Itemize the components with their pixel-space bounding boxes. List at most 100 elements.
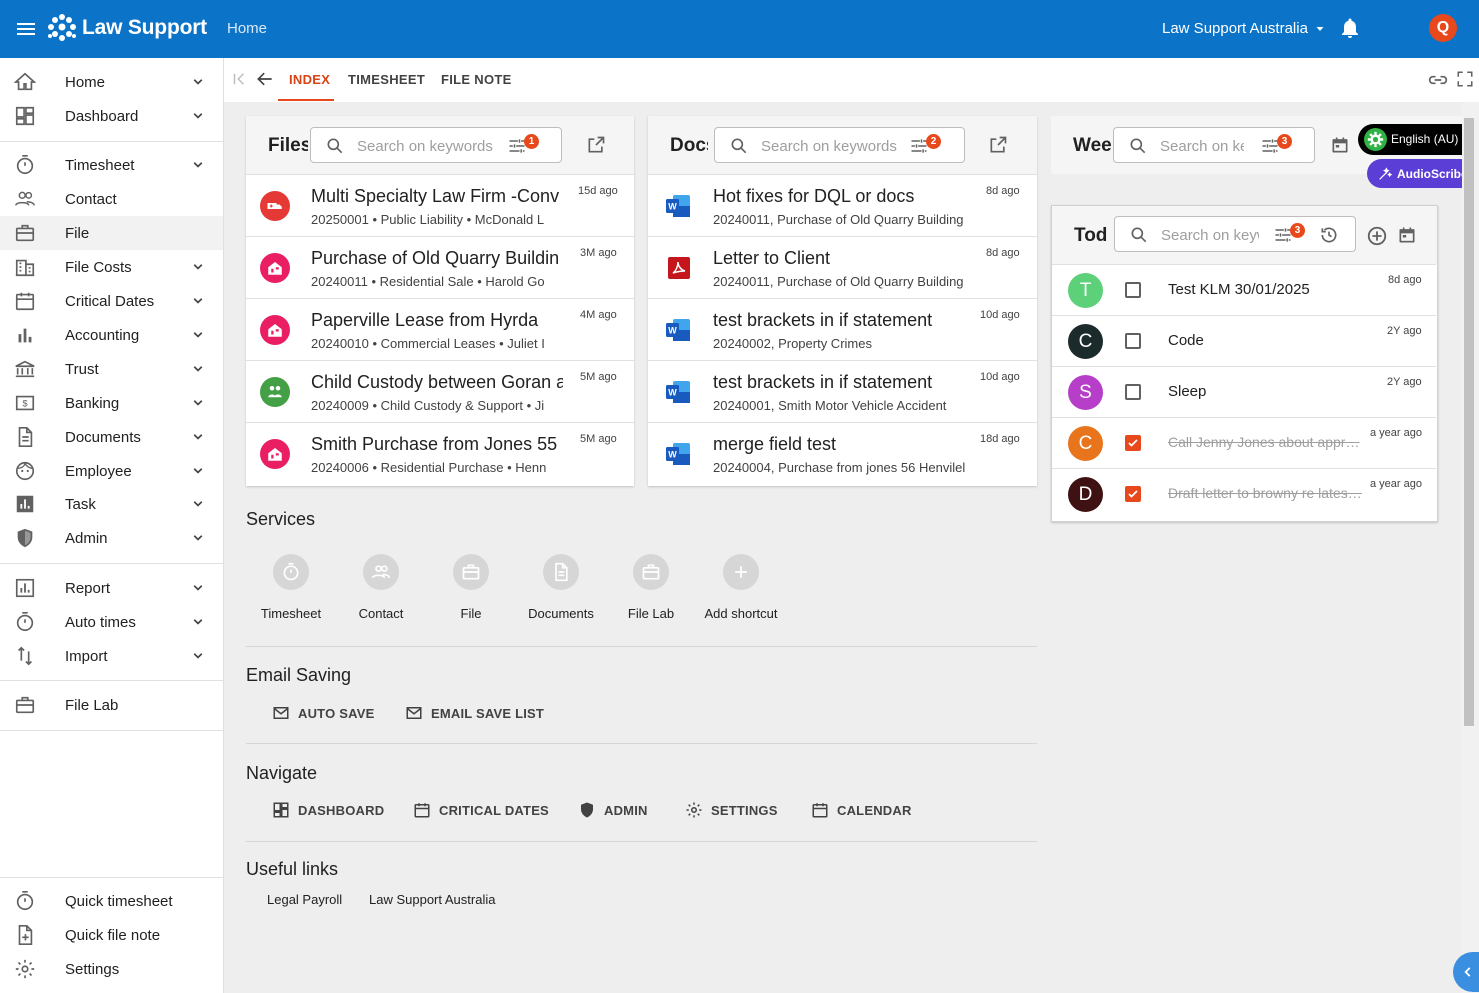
sidebar-item-file-lab[interactable]: File Lab — [0, 688, 223, 722]
sidebar-item-file-costs[interactable]: File Costs — [0, 250, 223, 284]
list-item[interactable]: Letter to Client 20240011, Purchase of O… — [648, 236, 1037, 298]
list-item[interactable]: W merge field test 20240004, Purchase fr… — [648, 422, 1037, 484]
todo-item[interactable]: T Test KLM 30/01/2025 8d ago — [1052, 264, 1436, 315]
chevron-down-icon[interactable] — [189, 360, 207, 378]
chevron-down-icon[interactable] — [189, 258, 207, 276]
nav-settings-link[interactable]: SETTINGS — [685, 801, 778, 819]
list-item[interactable]: W test brackets in if statement 20240001… — [648, 360, 1037, 422]
nav-dashboard-link[interactable]: DASHBOARD — [272, 801, 384, 819]
dark-mode-icon[interactable] — [1384, 16, 1408, 40]
useful-link-law-support[interactable]: Law Support Australia — [369, 892, 495, 907]
todo-search-input[interactable]: Search on keyw 3 — [1114, 216, 1356, 252]
service-file-lab[interactable]: File Lab — [606, 554, 696, 621]
chevron-down-icon[interactable] — [189, 495, 207, 513]
first-page-icon[interactable] — [230, 70, 248, 88]
sidebar-item-documents[interactable]: Documents — [0, 420, 223, 454]
sidebar-item-file[interactable]: File — [0, 216, 223, 250]
chevron-down-icon[interactable] — [189, 292, 207, 310]
tab-timesheet[interactable]: TIMESHEET — [348, 72, 425, 87]
scrollbar-thumb[interactable] — [1464, 118, 1474, 726]
sidebar-item-employee[interactable]: Employee — [0, 454, 223, 488]
list-item[interactable]: Smith Purchase from Jones 55 20240006 • … — [246, 422, 634, 484]
todo-checkbox[interactable] — [1125, 282, 1141, 298]
tab-file-note[interactable]: FILE NOTE — [441, 72, 512, 87]
add-circle-icon[interactable] — [1366, 225, 1388, 247]
open-external-icon[interactable] — [586, 135, 606, 155]
breadcrumb[interactable]: Home — [227, 20, 267, 37]
service-contact[interactable]: Contact — [336, 554, 426, 621]
sidebar-item-settings[interactable]: Settings — [0, 952, 223, 986]
list-item[interactable]: W test brackets in if statement 20240002… — [648, 298, 1037, 360]
auto-save-link[interactable]: AUTO SAVE — [272, 704, 374, 722]
sidebar-item-accounting[interactable]: Accounting — [0, 318, 223, 352]
history-icon[interactable] — [1319, 225, 1339, 245]
chevron-down-icon[interactable] — [189, 394, 207, 412]
chevron-down-icon[interactable] — [189, 73, 207, 91]
calendar-icon[interactable] — [1397, 225, 1417, 245]
tab-index[interactable]: INDEX — [289, 72, 330, 87]
sidebar-item-dashboard[interactable]: Dashboard — [0, 99, 223, 133]
nav-critical-dates-link[interactable]: CRITICAL DATES — [413, 801, 549, 819]
chevron-down-icon[interactable] — [189, 647, 207, 665]
chevron-down-icon[interactable] — [189, 579, 207, 597]
chevron-down-icon[interactable] — [189, 462, 207, 480]
sidebar-item-timesheet[interactable]: Timesheet — [0, 148, 223, 182]
files-search-input[interactable]: Search on keywords 1 — [310, 127, 562, 163]
sidebar-item-critical-dates[interactable]: Critical Dates — [0, 284, 223, 318]
list-item[interactable]: Multi Specialty Law Firm -Conv 20250001 … — [246, 174, 634, 236]
todo-checkbox[interactable] — [1125, 333, 1141, 349]
app-logo[interactable]: Law Support — [46, 12, 207, 44]
chevron-down-icon[interactable] — [189, 326, 207, 344]
service-timesheet[interactable]: Timesheet — [246, 554, 336, 621]
sidebar-item-banking[interactable]: $ Banking — [0, 386, 223, 420]
list-item[interactable]: W Hot fixes for DQL or docs 20240011, Pu… — [648, 174, 1037, 236]
back-arrow-icon[interactable] — [255, 69, 275, 89]
nav-calendar-link[interactable]: CALENDAR — [811, 801, 912, 819]
sidebar-item-auto-times[interactable]: Auto times — [0, 605, 223, 639]
user-avatar[interactable]: Q — [1429, 14, 1457, 42]
sidebar-item-quick-timesheet[interactable]: Quick timesheet — [0, 884, 223, 918]
sidebar-item-import[interactable]: Import — [0, 639, 223, 673]
useful-link-legal-payroll[interactable]: Legal Payroll — [267, 892, 342, 907]
sidebar-item-admin[interactable]: Admin — [0, 521, 223, 555]
fullscreen-icon[interactable] — [1456, 70, 1474, 88]
menu-icon[interactable] — [14, 17, 38, 41]
todo-checkbox-checked[interactable] — [1125, 435, 1141, 451]
chevron-down-icon[interactable] — [189, 107, 207, 125]
side-panel-toggle[interactable] — [1453, 952, 1479, 992]
sidebar-item-task[interactable]: Task — [0, 487, 223, 521]
org-selector[interactable]: Law Support Australia — [1162, 20, 1326, 37]
notifications-icon[interactable] — [1338, 16, 1362, 40]
todo-item[interactable]: C Call Jenny Jones about appr… a year ag… — [1052, 417, 1436, 468]
todo-item[interactable]: S Sleep 2Y ago — [1052, 366, 1436, 417]
sidebar-item-quick-file-note[interactable]: Quick file note — [0, 918, 223, 952]
service-file[interactable]: File — [426, 554, 516, 621]
chevron-down-icon[interactable] — [189, 529, 207, 547]
ambulance-icon — [260, 191, 290, 221]
sidebar-item-trust[interactable]: Trust — [0, 352, 223, 386]
calendar-icon[interactable] — [1330, 135, 1350, 155]
link-icon[interactable] — [1427, 70, 1449, 90]
list-item[interactable]: Purchase of Old Quarry Buildin 20240011 … — [246, 236, 634, 298]
sidebar-item-home[interactable]: Home — [0, 65, 223, 99]
language-widget[interactable]: English (AU) — [1358, 124, 1464, 155]
list-item[interactable]: Child Custody between Goran a 20240009 •… — [246, 360, 634, 422]
chevron-down-icon[interactable] — [189, 156, 207, 174]
sidebar-item-report[interactable]: Report — [0, 571, 223, 605]
chevron-down-icon[interactable] — [189, 428, 207, 446]
sidebar-item-contact[interactable]: Contact — [0, 182, 223, 216]
docs-search-input[interactable]: Search on keywords 2 — [714, 127, 965, 163]
service-documents[interactable]: Documents — [516, 554, 606, 621]
week-search-input[interactable]: Search on ke 3 — [1113, 127, 1315, 163]
todo-checkbox-checked[interactable] — [1125, 486, 1141, 502]
nav-admin-link[interactable]: ADMIN — [578, 801, 648, 819]
list-item[interactable]: Paperville Lease from Hyrda 20240010 • C… — [246, 298, 634, 360]
open-external-icon[interactable] — [988, 135, 1008, 155]
email-save-list-link[interactable]: EMAIL SAVE LIST — [405, 704, 544, 722]
todo-item[interactable]: C Code 2Y ago — [1052, 315, 1436, 366]
service-add-shortcut[interactable]: Add shortcut — [696, 554, 786, 621]
chevron-down-icon[interactable] — [189, 613, 207, 631]
audioscribe-button[interactable]: AudioScribe — [1367, 159, 1475, 188]
todo-checkbox[interactable] — [1125, 384, 1141, 400]
todo-item[interactable]: D Draft letter to browny re lates… a yea… — [1052, 468, 1436, 519]
